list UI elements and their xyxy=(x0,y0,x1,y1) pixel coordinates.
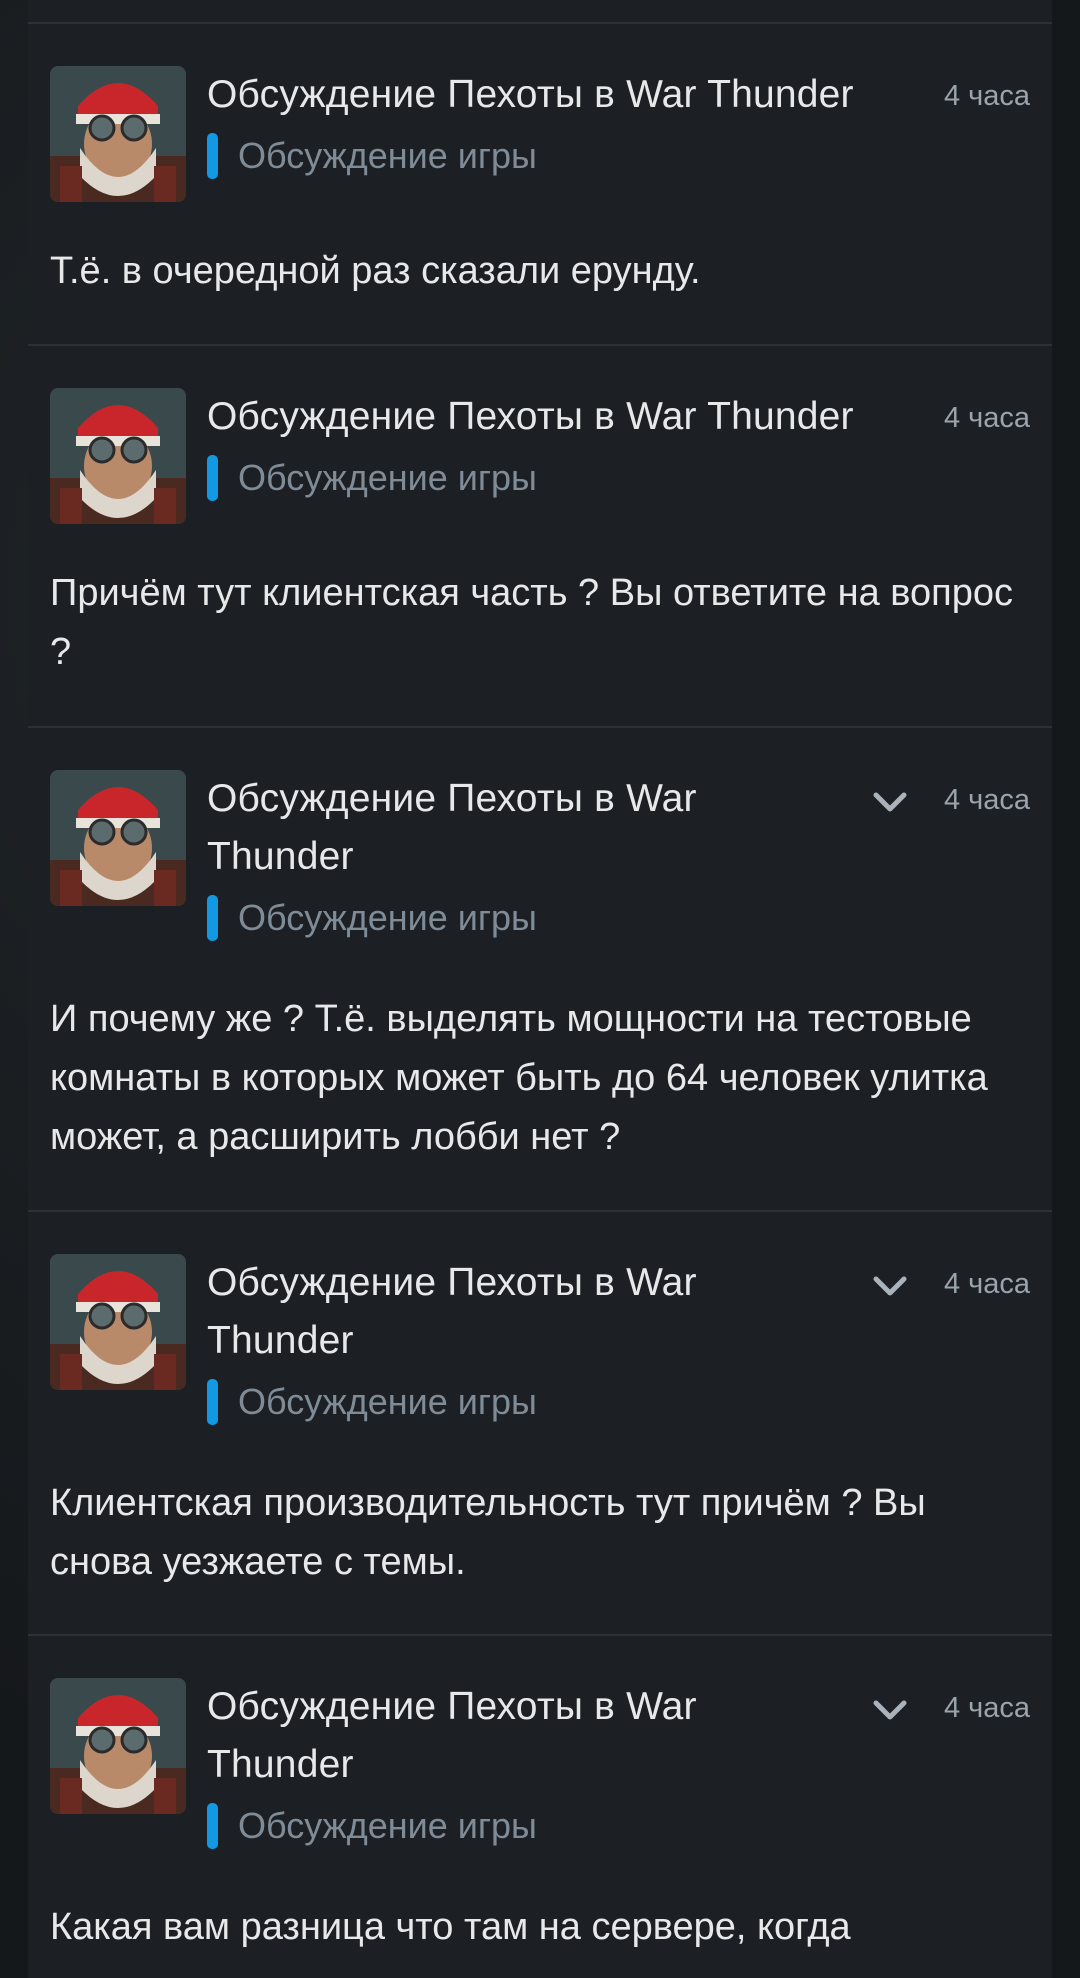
category-color-bar xyxy=(207,1379,218,1425)
avatar[interactable] xyxy=(50,1254,186,1390)
category-label: Обсуждение игры xyxy=(238,897,537,938)
category-badge[interactable]: Обсуждение игры xyxy=(207,894,537,942)
post-item: Обсуждение Пехоты в War Thunder 4 часа О… xyxy=(28,24,1052,346)
post-topic-title[interactable]: Обсуждение Пехоты в War Thunder xyxy=(207,66,854,124)
post-item: Обсуждение Пехоты в War Thunder 4 часа О… xyxy=(28,1636,1052,1978)
category-badge[interactable]: Обсуждение игры xyxy=(207,454,537,502)
post-timestamp[interactable]: 4 часа xyxy=(944,398,1030,438)
post-timestamp[interactable]: 4 часа xyxy=(944,780,1030,820)
category-label: Обсуждение игры xyxy=(238,1805,537,1846)
post-topic-title[interactable]: Обсуждение Пехоты в War Thunder xyxy=(207,1254,767,1370)
post-body: Какая вам разница что там на сервере, ко… xyxy=(50,1906,851,1948)
post-item: Обсуждение Пехоты в War Thunder 4 часа О… xyxy=(28,346,1052,728)
avatar-image xyxy=(50,1678,186,1814)
post-feed: Обсуждение Пехоты в War Thunder 4 часа О… xyxy=(28,0,1052,1978)
post-timestamp[interactable]: 4 часа xyxy=(944,76,1030,116)
topic-page: Обсуждение Пехоты в War Thunder 4 часа О… xyxy=(0,0,1080,1978)
chevron-down-icon[interactable] xyxy=(870,1266,910,1306)
category-color-bar xyxy=(207,455,218,501)
post-timestamp[interactable]: 4 часа xyxy=(944,1688,1030,1728)
category-color-bar xyxy=(207,133,218,179)
post-body: Причём тут клиентская часть ? Вы ответит… xyxy=(50,572,1014,673)
category-label: Обсуждение игры xyxy=(238,457,537,498)
post-body: И почему же ? Т.ё. выделять мощности на … xyxy=(50,998,988,1158)
post-body: Т.ё. в очередной раз сказали ерунду. xyxy=(50,250,701,292)
avatar[interactable] xyxy=(50,1678,186,1814)
post-topic-title[interactable]: Обсуждение Пехоты в War Thunder xyxy=(207,1678,767,1794)
category-label: Обсуждение игры xyxy=(238,135,537,176)
avatar[interactable] xyxy=(50,770,186,906)
post-timestamp[interactable]: 4 часа xyxy=(944,1264,1030,1304)
avatar-image xyxy=(50,66,186,202)
avatar-image xyxy=(50,388,186,524)
chevron-down-icon[interactable] xyxy=(870,1690,910,1730)
category-color-bar xyxy=(207,895,218,941)
avatar-image xyxy=(50,1254,186,1390)
post-body: Клиентская производительность тут причём… xyxy=(50,1482,926,1583)
post-item: Обсуждение Пехоты в War Thunder 4 часа О… xyxy=(28,728,1052,1212)
post-item: Обсуждение Пехоты в War Thunder 4 часа О… xyxy=(28,1212,1052,1636)
post-topic-title[interactable]: Обсуждение Пехоты в War Thunder xyxy=(207,388,854,446)
category-color-bar xyxy=(207,1803,218,1849)
category-label: Обсуждение игры xyxy=(238,1381,537,1422)
post-topic-title[interactable]: Обсуждение Пехоты в War Thunder xyxy=(207,770,767,886)
chevron-down-icon[interactable] xyxy=(870,782,910,822)
avatar[interactable] xyxy=(50,388,186,524)
category-badge[interactable]: Обсуждение игры xyxy=(207,1802,537,1850)
category-badge[interactable]: Обсуждение игры xyxy=(207,132,537,180)
avatar-image xyxy=(50,770,186,906)
avatar[interactable] xyxy=(50,66,186,202)
category-badge[interactable]: Обсуждение игры xyxy=(207,1378,537,1426)
